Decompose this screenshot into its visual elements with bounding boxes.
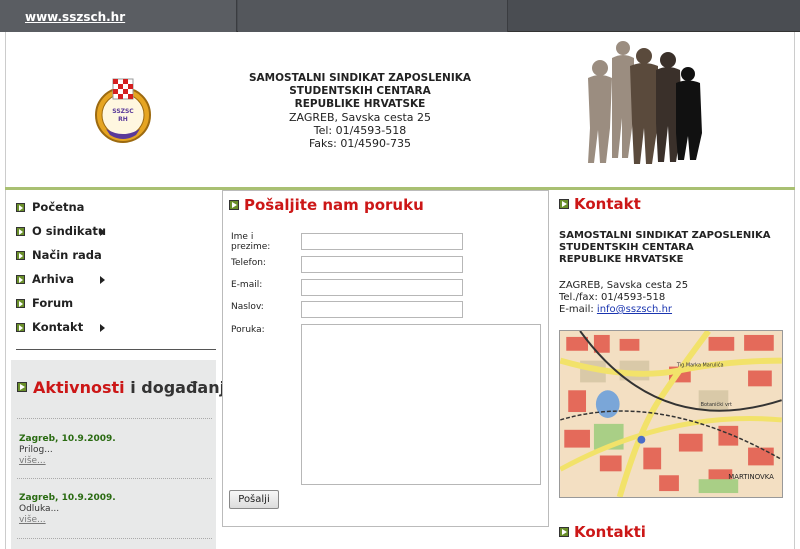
submenu-arrow-icon — [100, 324, 105, 332]
org-name-line: SAMOSTALNI SINDIKAT ZAPOSLENIKA — [248, 72, 472, 84]
phone-label: Telefon: — [231, 258, 266, 268]
nav-item-arhiva[interactable]: Arhiva — [14, 270, 214, 294]
nav-item-pocetna[interactable]: Početna — [14, 198, 214, 222]
bullet-icon — [16, 323, 25, 332]
right-sidebar: Kontakt SAMOSTALNI SINDIKAT ZAPOSLENIKA … — [550, 190, 795, 549]
events-title: Aktivnosti i događanja — [33, 378, 236, 397]
contact-org-line: REPUBLIKE HRVATSKE — [559, 254, 684, 265]
organization-info: SAMOSTALNI SINDIKAT ZAPOSLENIKA STUDENTS… — [230, 72, 490, 150]
contact-phone: Tel./fax: 01/4593-518 — [559, 292, 666, 303]
events-panel: Aktivnosti i događanja Zagreb, 10.9.2009… — [11, 360, 236, 549]
contact-title: Kontakt — [574, 195, 641, 213]
event-item: Zagreb, 10.9.2009. Odluka... više... — [19, 493, 116, 526]
contacts-title: Kontakti — [574, 523, 646, 541]
message-label: Poruka: — [231, 325, 265, 335]
event-more-link[interactable]: više... — [19, 456, 116, 467]
contact-org-line: SAMOSTALNI SINDIKAT ZAPOSLENIKA — [559, 230, 771, 241]
bullet-icon — [559, 199, 569, 209]
org-phone: Tel: 01/4593-518 — [313, 124, 407, 137]
subject-field[interactable] — [301, 301, 463, 318]
org-name-line: REPUBLIKE HRVATSKE — [294, 98, 426, 110]
bullet-icon — [17, 382, 27, 392]
email-label: E-mail: — [231, 280, 263, 290]
contact-form-panel: Pošaljite nam poruku Ime i prezime: Tele… — [222, 190, 549, 527]
email-label: E-mail: — [559, 304, 594, 315]
union-logo[interactable]: SSZSC RH — [92, 75, 154, 145]
contact-address: ZAGREB, Savska cesta 25 — [559, 280, 689, 291]
event-more-link[interactable]: više... — [19, 515, 116, 526]
contact-org-line: STUDENTSKIH CENTARA — [559, 242, 694, 253]
nav-item-nacin-rada[interactable]: Način rada — [14, 246, 214, 270]
left-sidebar: Početna O sindikatu Način rada Arhiva Fo… — [5, 190, 236, 549]
top-bar-segment — [238, 0, 508, 32]
message-textarea[interactable] — [301, 324, 541, 485]
contact-info: SAMOSTALNI SINDIKAT ZAPOSLENIKA STUDENTS… — [559, 230, 770, 316]
bullet-icon — [16, 203, 25, 212]
email-field[interactable] — [301, 279, 463, 296]
name-field[interactable] — [301, 233, 463, 250]
nav-divider — [16, 349, 216, 350]
org-address: ZAGREB, Savska cesta 25 — [289, 111, 431, 124]
event-item: Zagreb, 10.9.2009. Prilog... više... — [19, 434, 116, 467]
event-date: Zagreb, 10.9.2009. — [19, 434, 116, 444]
nav-item-o-sindikatu[interactable]: O sindikatu — [14, 222, 214, 246]
nav-item-label: Način rada — [32, 248, 102, 262]
logo-text: SSZSC — [112, 108, 134, 115]
bullet-icon — [16, 251, 25, 260]
bullet-icon — [559, 527, 569, 537]
nav-item-label: Forum — [32, 296, 74, 310]
dotted-divider — [17, 418, 212, 419]
nav-item-label: O sindikatu — [32, 224, 107, 238]
dotted-divider — [17, 478, 212, 479]
map-label: Tig.Marka Marulića — [676, 362, 724, 369]
nav-item-forum[interactable]: Forum — [14, 294, 214, 318]
map-label: Botanički vrt — [701, 401, 732, 408]
subject-label: Naslov: — [231, 302, 264, 312]
bullet-icon — [16, 275, 25, 284]
events-title-rest: i događanja — [124, 378, 236, 397]
name-label: Ime i prezime: — [231, 232, 271, 252]
phone-field[interactable] — [301, 256, 463, 273]
submenu-arrow-icon — [100, 276, 105, 284]
location-map[interactable]: Tig.Marka Marulića Botanički vrt MARTINO… — [559, 330, 783, 498]
submit-button[interactable]: Pošalji — [229, 490, 279, 509]
bullet-icon — [16, 299, 25, 308]
org-fax: Faks: 01/4590-735 — [308, 137, 412, 150]
event-text: Odluka... — [19, 504, 60, 514]
nav-item-label: Arhiva — [32, 272, 74, 286]
submenu-arrow-icon — [100, 228, 105, 236]
form-title: Pošaljite nam poruku — [244, 196, 424, 214]
nav-item-label: Kontakt — [32, 320, 84, 334]
email-link[interactable]: info@sszsch.hr — [597, 304, 672, 315]
dotted-divider — [17, 538, 212, 539]
event-date: Zagreb, 10.9.2009. — [19, 493, 116, 503]
event-text: Prilog... — [19, 445, 53, 455]
nav-item-label: Početna — [32, 200, 85, 214]
nav-item-kontakt[interactable]: Kontakt — [14, 318, 214, 342]
bullet-icon — [229, 200, 239, 210]
events-title-red: Aktivnosti — [33, 378, 125, 397]
logo-text: RH — [118, 116, 128, 123]
contact-email-row: E-mail: info@sszsch.hr — [559, 304, 770, 316]
main-nav: Početna O sindikatu Način rada Arhiva Fo… — [14, 198, 214, 342]
people-silhouette-image — [588, 41, 702, 164]
bullet-icon — [16, 227, 25, 236]
top-bar: www.sszsch.hr — [0, 0, 800, 32]
org-name-line: STUDENTSKIH CENTARA — [289, 85, 431, 97]
map-label: MARTINOVKA — [728, 473, 774, 481]
site-link[interactable]: www.sszsch.hr — [25, 10, 125, 24]
